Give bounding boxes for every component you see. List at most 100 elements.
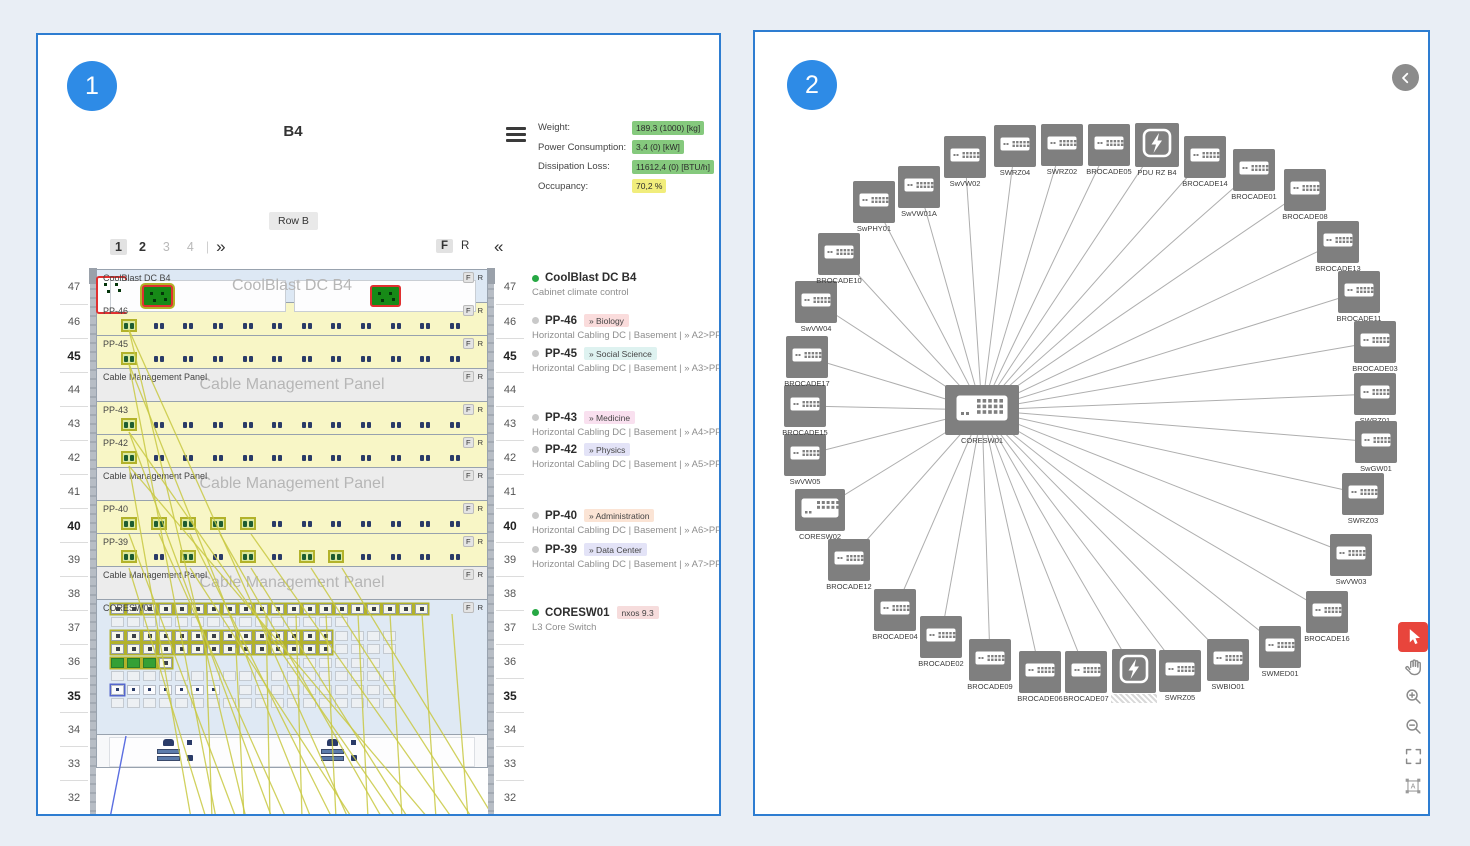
switch-port[interactable] — [127, 631, 140, 641]
patch-port[interactable] — [153, 552, 165, 561]
switch-port[interactable] — [239, 698, 252, 708]
switch-port[interactable] — [239, 631, 252, 641]
switch-port[interactable] — [255, 604, 268, 614]
patch-port[interactable] — [390, 420, 402, 429]
topology-node-coresw02[interactable]: CORESW02 — [775, 489, 865, 541]
switch-port[interactable] — [239, 644, 252, 654]
switch-port[interactable] — [383, 671, 396, 681]
patch-port[interactable] — [390, 321, 402, 330]
switch-port[interactable] — [223, 631, 236, 641]
switch-port[interactable] — [335, 685, 348, 695]
switch-port[interactable] — [255, 698, 268, 708]
switch-port[interactable] — [335, 631, 348, 641]
switch-port[interactable] — [335, 671, 348, 681]
switch-port[interactable] — [143, 644, 156, 654]
patch-port[interactable] — [242, 321, 254, 330]
rear-view-toggle[interactable]: R — [461, 240, 469, 252]
switch-port[interactable] — [319, 631, 332, 641]
switch-port[interactable] — [207, 617, 220, 627]
switch-port[interactable] — [271, 644, 284, 654]
switch-port[interactable] — [191, 604, 204, 614]
row-face-buttons[interactable]: F R — [463, 371, 483, 382]
row-face-buttons[interactable]: F R — [463, 305, 483, 316]
patch-port[interactable] — [390, 519, 402, 528]
page-2[interactable]: 2 — [134, 239, 151, 255]
patch-port[interactable] — [153, 519, 165, 528]
switch-port[interactable] — [287, 671, 300, 681]
switch-port[interactable] — [335, 617, 348, 627]
switch-port[interactable] — [287, 617, 300, 627]
patch-port[interactable] — [212, 420, 224, 429]
page-4[interactable]: 4 — [182, 239, 199, 255]
patch-port[interactable] — [390, 354, 402, 363]
row-face-buttons[interactable]: F R — [463, 338, 483, 349]
switch-port[interactable] — [303, 617, 316, 627]
switch-port[interactable] — [383, 644, 396, 654]
patch-port[interactable] — [153, 321, 165, 330]
switch-port[interactable] — [271, 671, 284, 681]
device-list-item-pp-39[interactable]: PP-39» Data Center Horizontal Cabling DC… — [532, 543, 721, 570]
patch-port[interactable] — [449, 354, 461, 363]
patch-port[interactable] — [390, 453, 402, 462]
device-list-item-coolblast-dc-b4[interactable]: CoolBlast DC B4 Cabinet climate control — [532, 272, 721, 298]
row-face-buttons[interactable]: F R — [463, 470, 483, 481]
switch-port[interactable] — [143, 671, 156, 681]
topology-node-swvw03[interactable]: SwVW03 — [1306, 534, 1396, 586]
switch-port[interactable] — [303, 604, 316, 614]
patch-port[interactable] — [242, 420, 254, 429]
switch-port[interactable] — [303, 698, 316, 708]
patch-port[interactable] — [212, 552, 224, 561]
switch-port[interactable] — [127, 617, 140, 627]
switch-port[interactable] — [191, 685, 204, 695]
topology-node-brocade08[interactable]: BROCADE08 — [1260, 169, 1350, 221]
patch-port[interactable] — [123, 354, 135, 363]
switch-port[interactable] — [159, 698, 172, 708]
patch-port[interactable] — [301, 453, 313, 462]
patch-port[interactable] — [301, 420, 313, 429]
switch-port[interactable] — [239, 604, 252, 614]
switch-port[interactable] — [383, 604, 396, 614]
switch-port[interactable] — [159, 617, 172, 627]
patch-port[interactable] — [123, 519, 135, 528]
rack-row-cable-management-panel[interactable]: Cable Management Panel Cable Management … — [96, 467, 488, 501]
patch-port[interactable] — [419, 321, 431, 330]
device-list-item-pp-46[interactable]: PP-46» Biology Horizontal Cabling DC | B… — [532, 314, 721, 341]
topology-node-brocade17[interactable]: BROCADE17 — [762, 336, 852, 388]
rack-row-pp-39[interactable]: PP-39 F R — [96, 533, 488, 567]
switch-port[interactable] — [319, 604, 332, 614]
row-face-buttons[interactable]: F R — [463, 437, 483, 448]
patch-port[interactable] — [271, 519, 283, 528]
switch-port[interactable] — [159, 658, 172, 668]
patch-port[interactable] — [123, 552, 135, 561]
switch-port[interactable] — [415, 604, 428, 614]
topology-node-swvw04[interactable]: SwVW04 — [771, 281, 861, 333]
rack-row-pp-45[interactable]: PP-45 F R — [96, 335, 488, 369]
patch-port[interactable] — [271, 354, 283, 363]
rack-row-cable-management-panel[interactable]: Cable Management Panel Cable Management … — [96, 566, 488, 600]
patch-port[interactable] — [301, 321, 313, 330]
switch-port[interactable] — [143, 631, 156, 641]
patch-port[interactable] — [390, 552, 402, 561]
switch-port[interactable] — [335, 644, 348, 654]
switch-port[interactable] — [351, 685, 364, 695]
switch-port[interactable] — [127, 644, 140, 654]
device-list-item-pp-43[interactable]: PP-43» Medicine Horizontal Cabling DC | … — [532, 411, 721, 438]
switch-port[interactable] — [287, 631, 300, 641]
switch-port[interactable] — [255, 685, 268, 695]
row-face-buttons[interactable]: F R — [463, 536, 483, 547]
device-list-item-coresw01[interactable]: CORESW01nxos 9.3 L3 Core Switch — [532, 606, 721, 633]
topology-node-brocade04[interactable]: BROCADE04 — [850, 589, 940, 641]
switch-port[interactable] — [207, 604, 220, 614]
switch-port[interactable] — [319, 658, 332, 668]
patch-port[interactable] — [449, 552, 461, 561]
patch-port[interactable] — [153, 453, 165, 462]
switch-port[interactable] — [207, 685, 220, 695]
switch-port[interactable] — [351, 658, 364, 668]
patch-port[interactable] — [360, 354, 372, 363]
switch-port[interactable] — [303, 631, 316, 641]
switch-port[interactable] — [271, 685, 284, 695]
patch-port[interactable] — [330, 552, 342, 561]
switch-port[interactable] — [191, 617, 204, 627]
switch-port[interactable] — [143, 617, 156, 627]
device-list-item-pp-42[interactable]: PP-42» Physics Horizontal Cabling DC | B… — [532, 443, 721, 470]
